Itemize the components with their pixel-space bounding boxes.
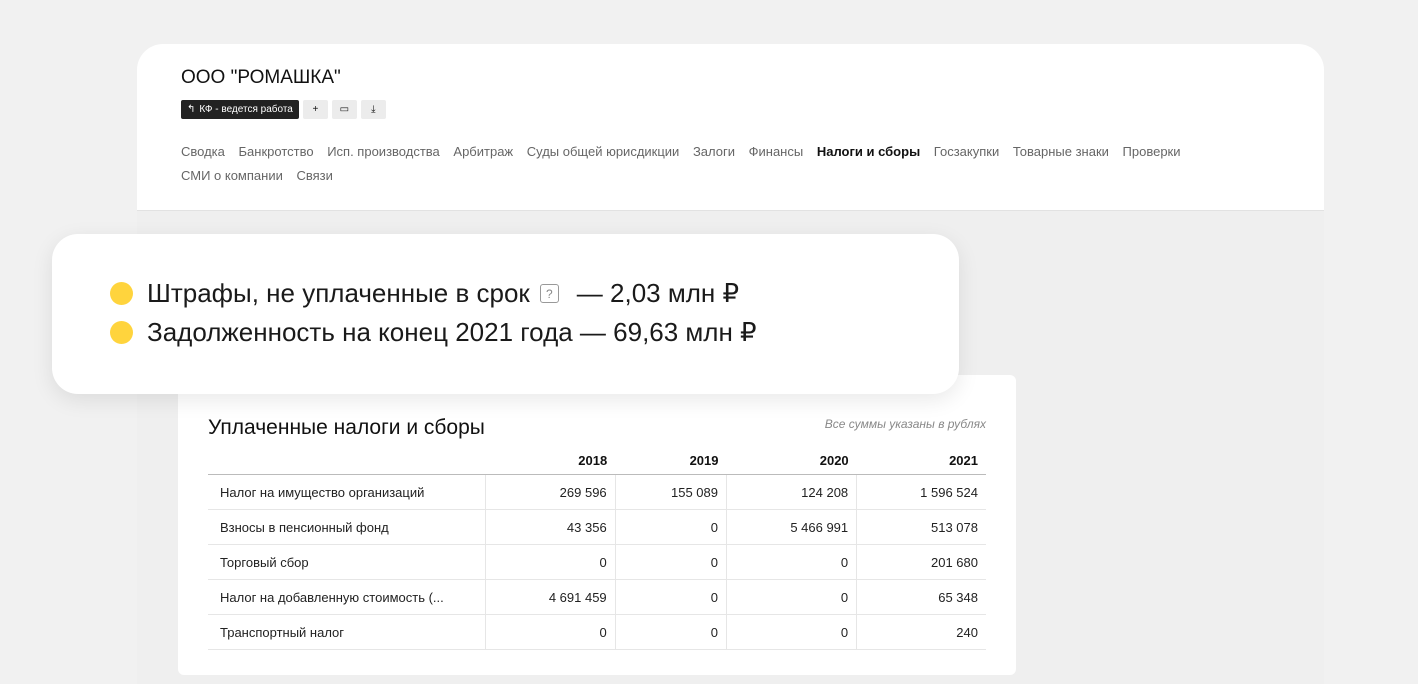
tax-value: 0 <box>725 579 857 615</box>
status-button[interactable]: ↰ КФ - ведется работа <box>181 100 299 119</box>
fines-value: — 2,03 млн ₽ <box>576 278 740 308</box>
tax-highlights-card: Штрафы, не уплаченные в срок ? — 2,03 мл… <box>52 234 959 394</box>
tax-value: 0 <box>484 544 616 580</box>
table-row: Налог на имущество организаций 269 596 1… <box>208 474 986 510</box>
nav-item-pledges[interactable]: Залоги <box>693 140 735 164</box>
company-name: ООО "РОМАШКА" <box>181 67 341 88</box>
header-year: 2019 <box>615 447 727 475</box>
fines-line: Штрафы, не уплаченные в срок ? — 2,03 мл… <box>110 278 739 309</box>
nav-item-summary[interactable]: Сводка <box>181 140 225 164</box>
tax-name: Налог на имущество организаций <box>208 474 485 510</box>
comment-icon: ▭ <box>339 104 350 115</box>
tax-value: 0 <box>614 579 727 615</box>
help-icon[interactable]: ? <box>539 284 559 303</box>
header-name <box>208 447 485 475</box>
tax-value: 513 078 <box>856 509 986 545</box>
back-arrow-icon: ↰ <box>187 104 196 115</box>
header-year: 2021 <box>856 447 986 475</box>
header-year: 2018 <box>485 447 616 475</box>
tax-value: 269 596 <box>484 474 616 510</box>
nav-item-procurement[interactable]: Госзакупки <box>934 140 999 164</box>
tax-value: 4 691 459 <box>484 579 616 615</box>
tax-value: 124 208 <box>725 474 857 510</box>
table-row: Налог на добавленную стоимость (... 4 69… <box>208 579 986 615</box>
debt-line: Задолженность на конец 2021 года — 69,63… <box>110 317 757 348</box>
table-row: Транспортный налог 0 0 0 240 <box>208 614 986 650</box>
download-icon: ⤓ <box>371 104 376 115</box>
tax-value: 0 <box>614 614 727 650</box>
download-button[interactable]: ⤓ <box>360 100 386 119</box>
taxes-table: 2018 2019 2020 2021 Налог на имущество о… <box>208 447 986 650</box>
tax-name: Транспортный налог <box>208 614 485 650</box>
tax-value: 240 <box>856 614 986 650</box>
nav-item-connections[interactable]: Связи <box>296 164 332 188</box>
plus-icon: + <box>312 104 319 115</box>
tax-value: 0 <box>614 509 727 545</box>
tax-name: Торговый сбор <box>208 544 485 580</box>
tax-value: 43 356 <box>484 509 616 545</box>
nav-item-finance[interactable]: Финансы <box>749 140 804 164</box>
tax-value: 0 <box>725 614 857 650</box>
nav-item-bankruptcy[interactable]: Банкротство <box>239 140 314 164</box>
comment-button[interactable]: ▭ <box>331 100 357 119</box>
nav-item-courts[interactable]: Суды общей юрисдикции <box>527 140 680 164</box>
tax-value: 0 <box>484 614 616 650</box>
nav-item-arbitration[interactable]: Арбитраж <box>453 140 513 164</box>
tax-value: 201 680 <box>856 544 986 580</box>
tax-name: Налог на добавленную стоимость (... <box>208 579 485 615</box>
toolbar: ↰ КФ - ведется работа + ▭ ⤓ <box>181 100 386 119</box>
nav-item-media[interactable]: СМИ о компании <box>181 164 283 188</box>
tax-value: 0 <box>614 544 727 580</box>
fines-label: Штрафы, не уплаченные в срок <box>147 278 530 308</box>
header-year: 2020 <box>726 447 857 475</box>
tax-value: 1 596 524 <box>856 474 986 510</box>
table-row: Взносы в пенсионный фонд 43 356 0 5 466 … <box>208 509 986 545</box>
table-row: Торговый сбор 0 0 0 201 680 <box>208 544 986 580</box>
nav-item-taxes[interactable]: Налоги и сборы <box>817 140 920 164</box>
tax-value: 155 089 <box>614 474 727 510</box>
nav-item-trademarks[interactable]: Товарные знаки <box>1013 140 1109 164</box>
debt-text: Задолженность на конец 2021 года — 69,63… <box>147 317 757 347</box>
status-label: КФ - ведется работа <box>199 104 293 115</box>
taxes-note: Все суммы указаны в рублях <box>824 417 986 431</box>
nav-item-enforcement[interactable]: Исп. производства <box>327 140 440 164</box>
yellow-dot-icon <box>110 282 133 305</box>
add-button[interactable]: + <box>302 100 328 119</box>
taxes-card: Уплаченные налоги и сборы Все суммы указ… <box>178 375 1016 675</box>
tax-value: 65 348 <box>856 579 986 615</box>
table-header-row: 2018 2019 2020 2021 <box>208 447 986 475</box>
tax-name: Взносы в пенсионный фонд <box>208 509 485 545</box>
tax-value: 5 466 991 <box>725 509 857 545</box>
tax-value: 0 <box>725 544 857 580</box>
nav-item-inspections[interactable]: Проверки <box>1123 140 1181 164</box>
yellow-dot-icon <box>110 321 133 344</box>
section-nav: Сводка Банкротство Исп. производства Арб… <box>181 140 1281 188</box>
taxes-title: Уплаченные налоги и сборы <box>208 416 485 439</box>
company-header: ООО "РОМАШКА" ↰ КФ - ведется работа + ▭ … <box>137 44 1324 211</box>
